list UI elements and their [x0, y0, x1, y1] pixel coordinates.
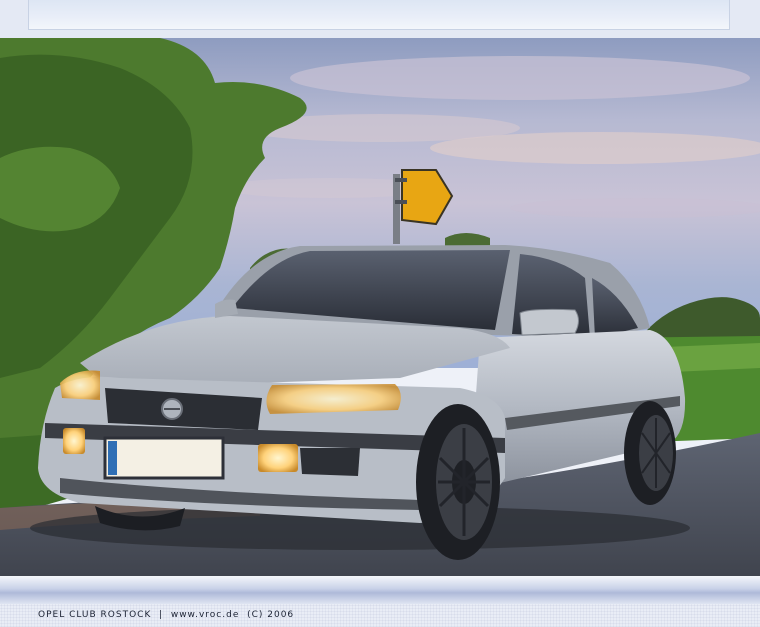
top-frame: [0, 0, 760, 38]
car-photo: [0, 38, 760, 576]
header-bar: [28, 0, 730, 30]
footer-credit: OPEL CLUB ROSTOCK | www.vroc.de (C) 2006: [38, 610, 295, 620]
footer-bar: [0, 576, 760, 604]
footer: OPEL CLUB ROSTOCK | www.vroc.de (C) 2006: [0, 604, 760, 627]
